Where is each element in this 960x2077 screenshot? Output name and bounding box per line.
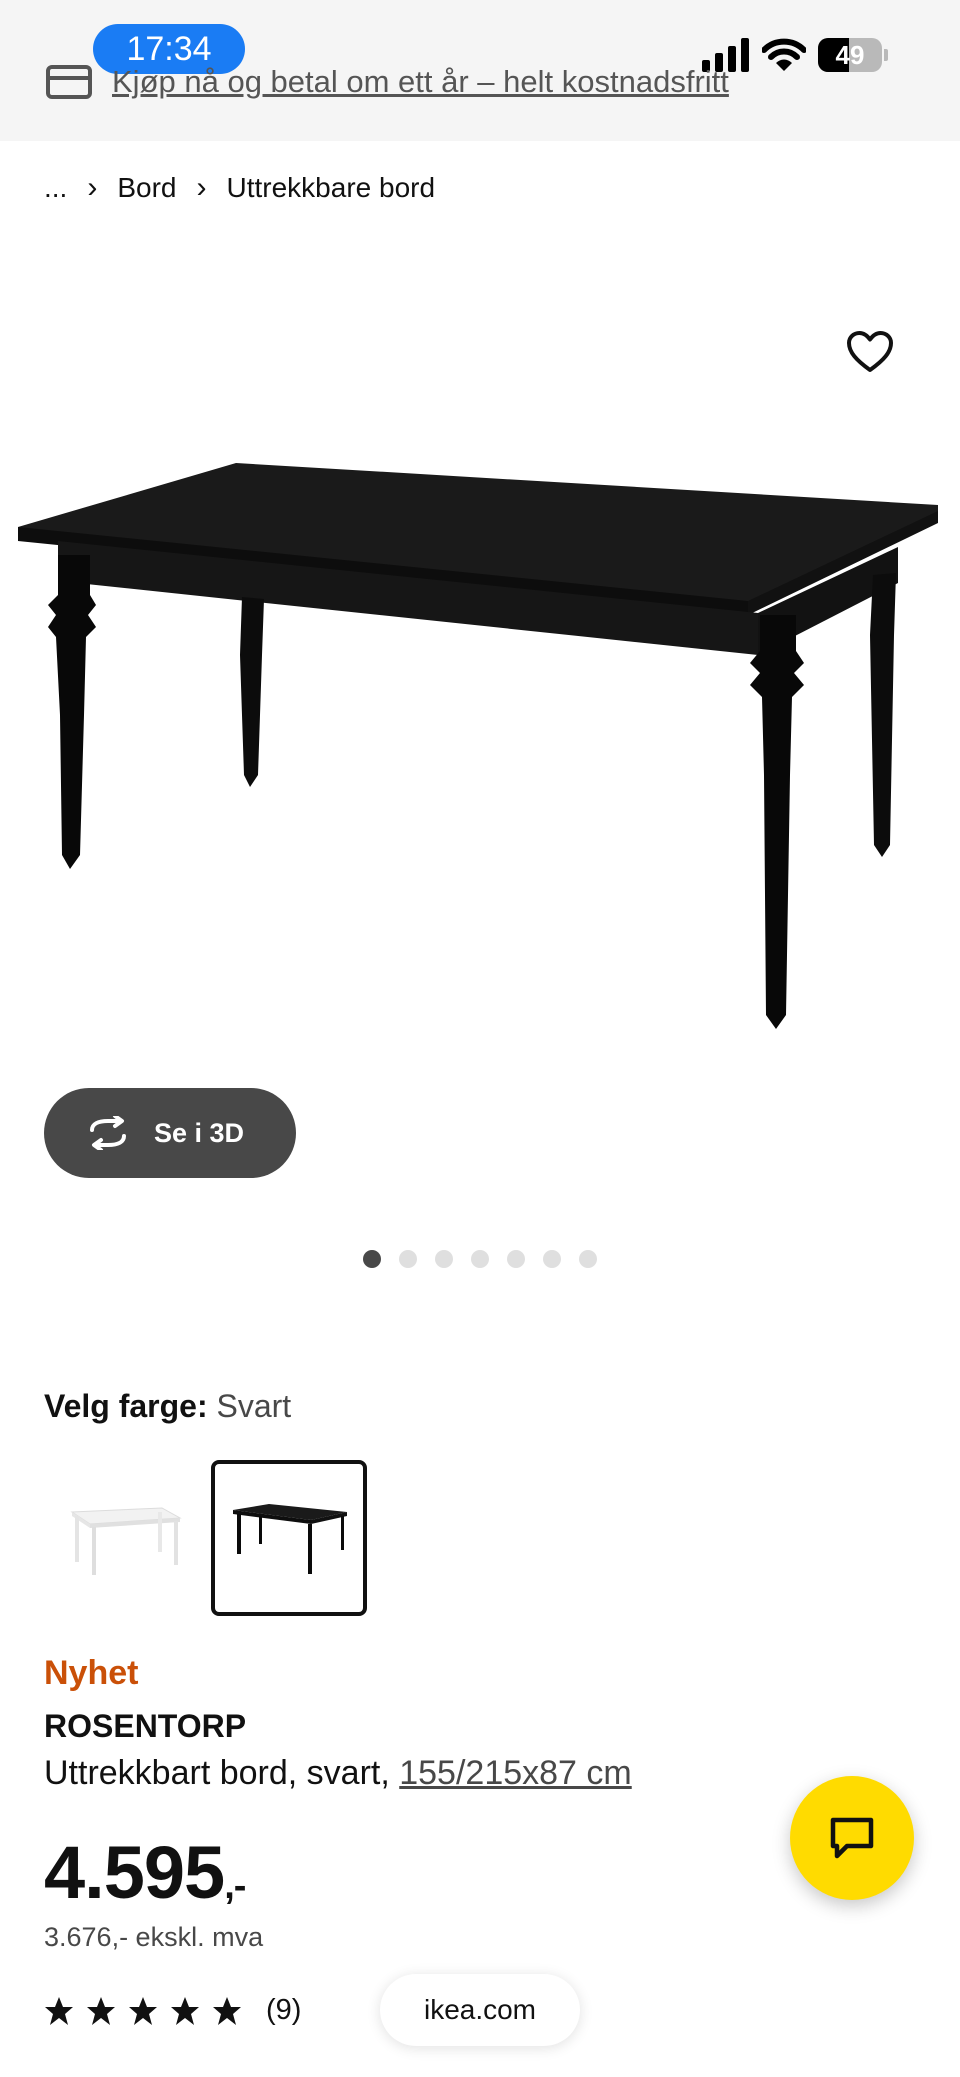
star-icon — [45, 1996, 73, 2025]
breadcrumb-item-uttrekkbare-bord[interactable]: Uttrekkbare bord — [227, 172, 436, 204]
wifi-icon — [762, 38, 806, 71]
gallery-dot[interactable] — [363, 1250, 381, 1268]
breadcrumb-ellipsis[interactable]: ... — [44, 172, 67, 204]
star-icon — [171, 1996, 199, 2025]
gallery-dot[interactable] — [579, 1250, 597, 1268]
heart-icon[interactable] — [846, 330, 894, 374]
breadcrumb: ... › Bord › Uttrekkbare bord — [44, 171, 435, 205]
gallery-dot[interactable] — [507, 1250, 525, 1268]
chat-button[interactable] — [790, 1776, 914, 1900]
product-image[interactable] — [18, 455, 943, 1035]
color-label-key: Velg farge: — [44, 1388, 208, 1424]
price-ex-vat: 3.676,- ekskl. mva — [44, 1922, 264, 1952]
color-label: Velg farge: Svart — [44, 1388, 291, 1425]
price-suffix: ,- — [224, 1865, 246, 1907]
chat-bubble-icon — [830, 1817, 874, 1859]
black-table-thumbnail — [233, 1504, 347, 1574]
star-icon — [87, 1996, 115, 2025]
product-description-text: Uttrekkbart bord, svart, — [44, 1754, 400, 1792]
promo-banner[interactable]: Kjøp nå og betal om ett år – helt kostna… — [46, 64, 729, 100]
gallery-dot[interactable] — [399, 1250, 417, 1268]
color-swatch-white[interactable] — [44, 1460, 200, 1616]
battery-level: 49 — [835, 40, 865, 70]
view-3d-button[interactable]: Se i 3D — [44, 1088, 296, 1178]
gallery-pagination — [363, 1250, 597, 1268]
browser-url-pill[interactable]: ikea.com — [380, 1974, 580, 2046]
gallery-dot[interactable] — [435, 1250, 453, 1268]
rotate-3d-icon — [90, 1116, 126, 1150]
rating-stars — [44, 1996, 242, 2026]
status-icons: 49 — [702, 36, 888, 74]
star-icon — [213, 1996, 241, 2025]
white-table-thumbnail — [70, 1507, 182, 1575]
color-selected-value: Svart — [216, 1388, 292, 1424]
gallery-dot[interactable] — [471, 1250, 489, 1268]
promo-link[interactable]: Kjøp nå og betal om ett år – helt kostna… — [112, 64, 729, 100]
new-badge: Nyhet — [44, 1654, 139, 1692]
price-main: 4.595 — [44, 1831, 225, 1914]
chevron-right-icon: › — [196, 171, 207, 204]
product-name: ROSENTORP — [44, 1708, 247, 1744]
battery-tip — [884, 49, 888, 61]
color-swatch-black[interactable] — [211, 1460, 367, 1616]
rating[interactable]: (9) — [44, 1994, 301, 2027]
view-3d-label: Se i 3D — [154, 1117, 245, 1148]
gallery-dot[interactable] — [543, 1250, 561, 1268]
rating-count: (9) — [266, 1994, 302, 2026]
chevron-right-icon: › — [87, 171, 98, 204]
credit-card-icon — [46, 65, 92, 99]
battery-icon: 49 — [818, 38, 882, 72]
product-description: Uttrekkbart bord, svart, 155/215x87 cm — [44, 1754, 632, 1793]
product-price: 4.595,- — [44, 1830, 246, 1915]
breadcrumb-item-bord[interactable]: Bord — [117, 172, 176, 204]
product-dimensions-link[interactable]: 155/215x87 cm — [399, 1754, 632, 1792]
top-banner: 17:34 49 Kjøp nå og betal om ett år – he… — [0, 0, 960, 141]
star-icon — [129, 1996, 157, 2025]
